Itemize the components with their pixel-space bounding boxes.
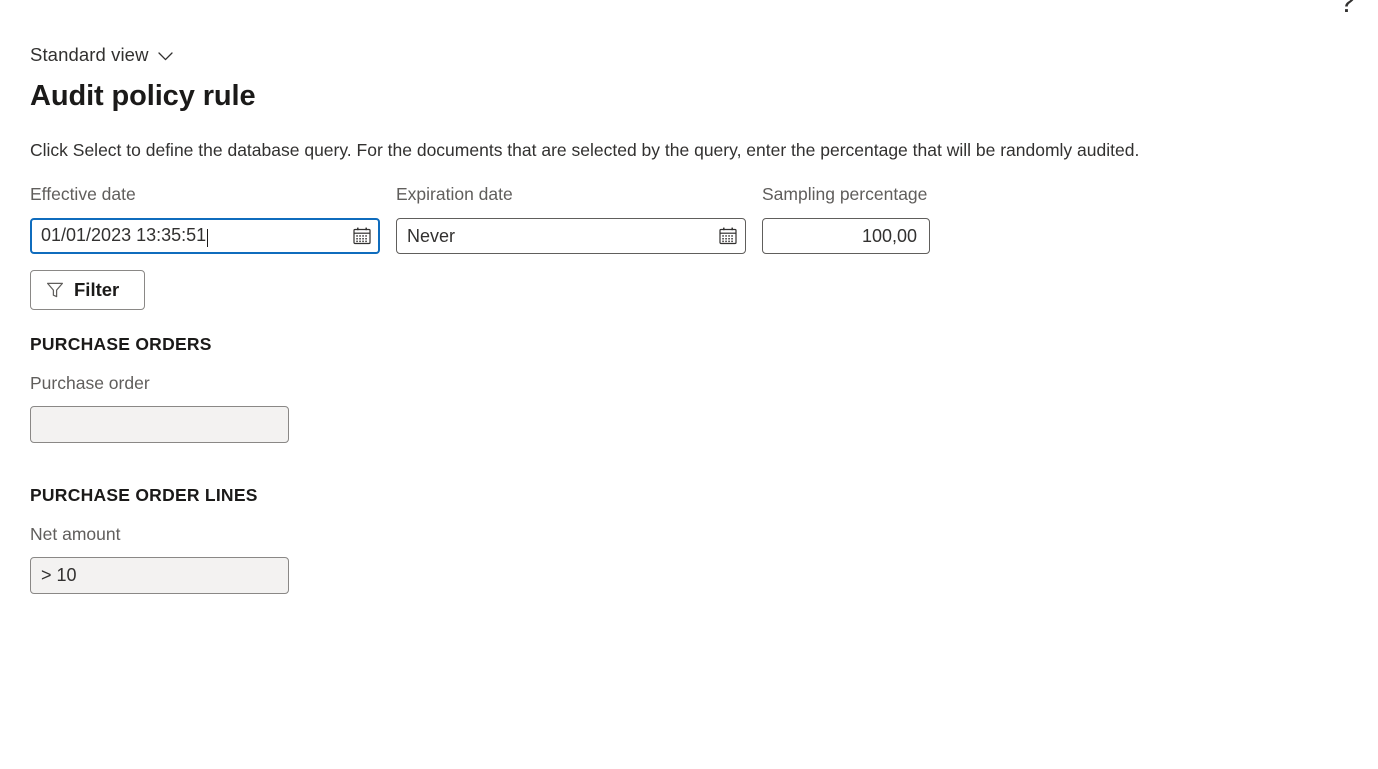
chevron-down-icon bbox=[157, 52, 173, 61]
net-amount-label: Net amount bbox=[30, 524, 121, 545]
filter-criteria-row: Effective date 01/01/2023 13:35:51 Expir… bbox=[30, 186, 1348, 254]
net-amount-field-group: Net amount > 10 bbox=[30, 526, 1348, 594]
purchase-order-label: Purchase order bbox=[30, 373, 150, 394]
effective-date-label: Effective date bbox=[30, 184, 136, 205]
page-title: Audit policy rule bbox=[30, 80, 256, 112]
sampling-percentage-label: Sampling percentage bbox=[762, 184, 928, 205]
expiration-date-value: Never bbox=[407, 226, 456, 245]
text-cursor bbox=[207, 228, 209, 247]
calendar-icon[interactable] bbox=[717, 225, 739, 247]
purchase-order-lines-section: PURCHASE ORDER LINES Net amount > 10 bbox=[30, 484, 1348, 594]
page-description: Click Select to define the database quer… bbox=[30, 140, 1140, 161]
page-container: Standard view Audit policy rule Click Se… bbox=[0, 0, 1378, 594]
expiration-date-label: Expiration date bbox=[396, 184, 513, 205]
view-selector-dropdown[interactable]: Standard view bbox=[30, 44, 173, 65]
view-selector-label: Standard view bbox=[30, 44, 149, 65]
expiration-date-field-group: Expiration date Never bbox=[396, 186, 746, 254]
net-amount-value: > 10 bbox=[41, 566, 77, 585]
net-amount-input[interactable]: > 10 bbox=[30, 556, 289, 594]
filter-button-label: Filter bbox=[74, 278, 120, 300]
purchase-orders-section: PURCHASE ORDERS Purchase order bbox=[30, 333, 1348, 443]
effective-date-value: 01/01/2023 13:35:51 bbox=[41, 224, 207, 245]
effective-date-input[interactable]: 01/01/2023 13:35:51 bbox=[30, 217, 380, 254]
sampling-percentage-field-group: Sampling percentage 100,00 bbox=[762, 186, 930, 254]
calendar-icon[interactable] bbox=[351, 225, 373, 247]
purchase-order-lines-heading: PURCHASE ORDER LINES bbox=[30, 484, 258, 505]
purchase-order-input[interactable] bbox=[30, 405, 289, 443]
sampling-percentage-input[interactable]: 100,00 bbox=[762, 217, 930, 254]
expiration-date-input[interactable]: Never bbox=[396, 217, 746, 254]
effective-date-field-group: Effective date 01/01/2023 13:35:51 bbox=[30, 186, 380, 254]
filter-button[interactable]: Filter bbox=[30, 269, 145, 310]
purchase-order-field-group: Purchase order bbox=[30, 375, 1348, 443]
sampling-percentage-value: 100,00 bbox=[861, 226, 917, 245]
funnel-filter-icon bbox=[45, 280, 64, 299]
effective-date-value-wrap: 01/01/2023 13:35:51 bbox=[41, 225, 345, 247]
purchase-orders-heading: PURCHASE ORDERS bbox=[30, 333, 212, 354]
